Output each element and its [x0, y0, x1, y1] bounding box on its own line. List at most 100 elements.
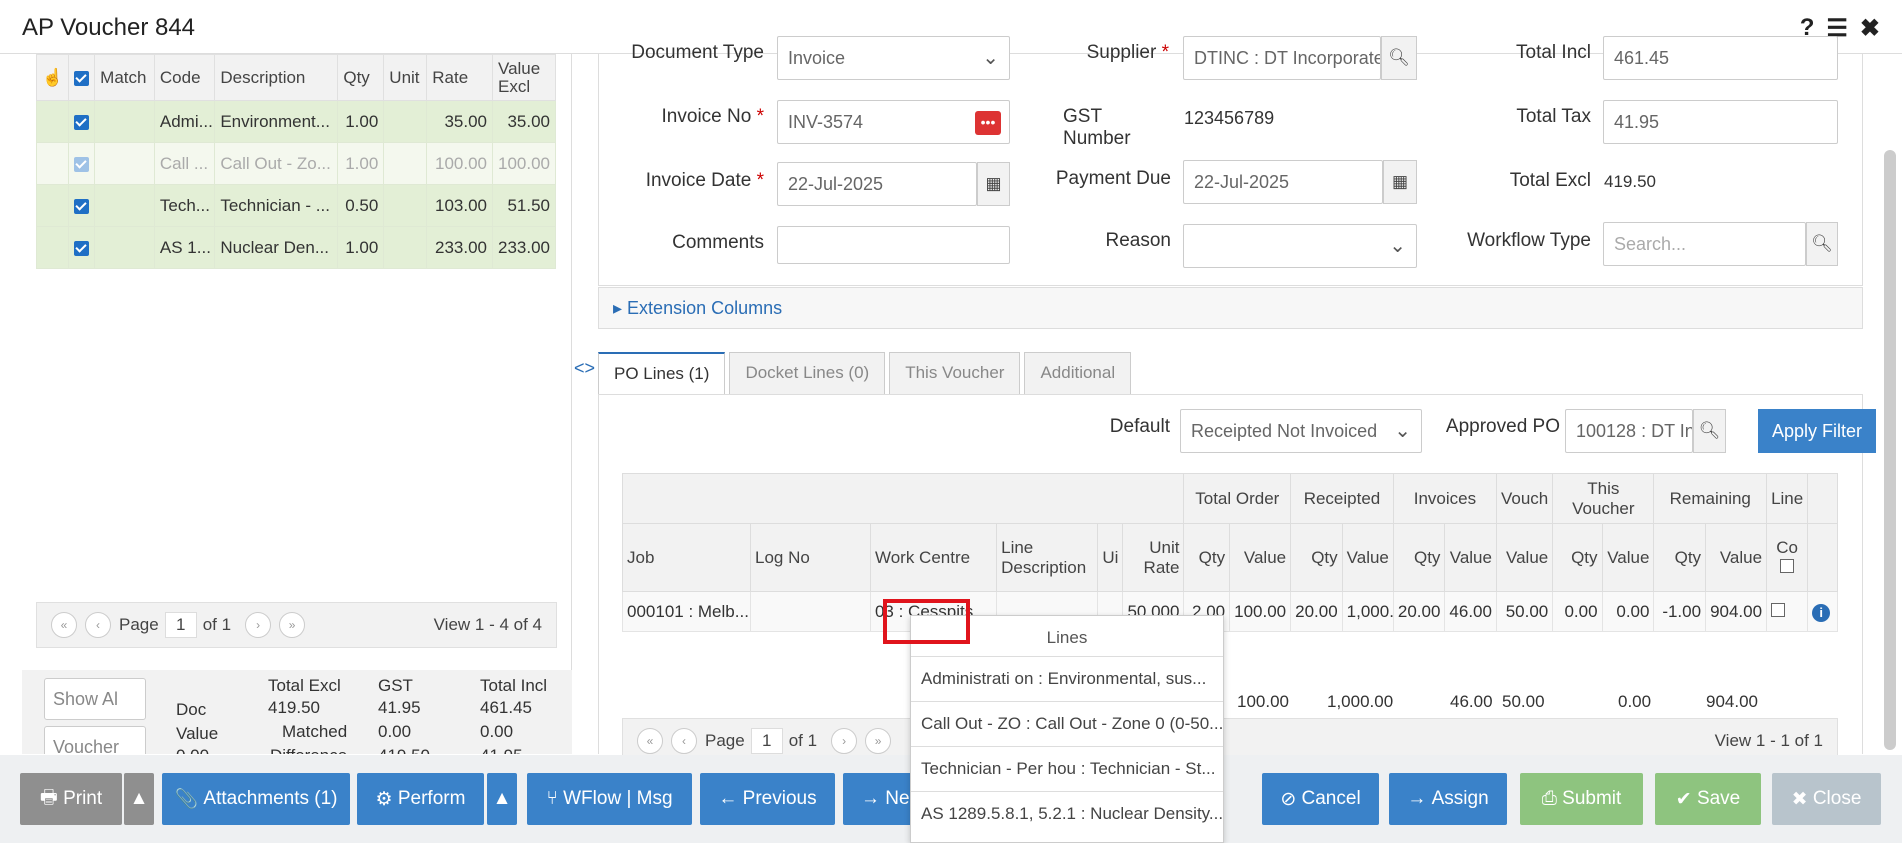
sum-cut2: 419.50 [378, 746, 430, 754]
prev-page-icon[interactable]: ‹ [671, 728, 697, 754]
hand-icon[interactable]: ☝ [35, 54, 70, 101]
col-qty[interactable]: Qty [1653, 523, 1707, 592]
table-row[interactable]: Call ... Call Out - Zo... 1.00 100.00 10… [35, 142, 556, 185]
cell-value: 46.00 [1444, 591, 1497, 632]
more-icon[interactable]: ••• [975, 111, 1001, 135]
group-remaining: Remaining [1653, 473, 1768, 524]
reason-select[interactable] [1183, 224, 1417, 268]
assign-button[interactable]: → Assign [1389, 773, 1507, 825]
first-page-icon[interactable]: « [51, 612, 77, 638]
table-row[interactable]: Tech... Technician - ... 0.50 103.00 51.… [35, 184, 556, 227]
tab-this-voucher[interactable]: This Voucher [889, 352, 1021, 394]
col-line-description[interactable]: Line Description [996, 523, 1099, 592]
perform-button[interactable]: ⚙ Perform [357, 773, 484, 825]
col-value[interactable]: Value [1705, 523, 1768, 592]
payment-due-input[interactable]: 22-Jul-2025 [1183, 160, 1383, 204]
attachments-button[interactable]: 📎 Attachments (1) [162, 773, 350, 825]
row-complete-checkbox[interactable] [1766, 591, 1809, 632]
save-button[interactable]: ✔ Save [1655, 773, 1761, 825]
reason-label: Reason [1105, 230, 1172, 251]
payment-due-label: Payment Due [1055, 168, 1171, 189]
voucher-select[interactable]: Voucher ⌄ [44, 726, 146, 754]
print-dropdown-icon[interactable]: ▲ [124, 773, 154, 825]
wflow-msg-button[interactable]: ⑂ WFlow | Msg [527, 773, 692, 825]
col-log-no[interactable]: Log No [750, 523, 871, 592]
search-icon[interactable]: 🔍︎ [1806, 222, 1838, 266]
popup-item[interactable]: Call Out - ZO : Call Out - Zone 0 (0-50.… [911, 701, 1223, 746]
popup-item[interactable]: Technician - Per hou : Technician - St..… [911, 746, 1223, 791]
col-work-centre[interactable]: Work Centre [869, 523, 998, 592]
approved-po-input[interactable]: 100128 : DT In [1565, 409, 1693, 453]
col-job[interactable]: Job [622, 523, 751, 592]
col-value[interactable]: Value [1601, 523, 1655, 592]
col-description[interactable]: Description [214, 54, 339, 101]
invoice-date-input[interactable]: 22-Jul-2025 [777, 162, 977, 206]
show-select[interactable]: Show Al ⌄ [44, 678, 146, 720]
search-icon[interactable]: 🔍︎ [1693, 409, 1726, 453]
col-code[interactable]: Code [153, 54, 216, 101]
col-match[interactable]: Match [94, 54, 155, 101]
last-page-icon[interactable]: » [279, 612, 306, 638]
lines-popup: Lines Administrati on : Environmental, s… [910, 615, 1224, 843]
tab-additional[interactable]: Additional [1024, 352, 1132, 394]
col-unit[interactable]: Unit [383, 54, 428, 101]
col-qty[interactable]: Qty [1290, 523, 1343, 592]
row-checkbox[interactable] [68, 184, 96, 227]
submit-button[interactable]: ⎙ Submit [1520, 773, 1643, 825]
col-value[interactable]: Value [1229, 523, 1292, 592]
row-checkbox[interactable] [68, 226, 96, 269]
col-qty[interactable]: Qty [337, 54, 385, 101]
col-qty[interactable]: Qty [1183, 523, 1231, 592]
col-value[interactable]: Value [1444, 523, 1497, 592]
select-all-checkbox[interactable] [68, 54, 96, 101]
close-icon[interactable]: ✖ [1860, 14, 1880, 43]
col-value-excl[interactable]: Value Excl [492, 54, 556, 101]
cancel-button[interactable]: ⊘ Cancel [1262, 773, 1379, 825]
table-row[interactable]: 000101 : Melb... 03 : Cesspits 50.000 2.… [622, 591, 1838, 632]
table-row[interactable]: AS 1... Nuclear Den... 1.00 233.00 233.0… [35, 226, 556, 269]
row-checkbox[interactable] [68, 100, 96, 143]
popup-item[interactable]: Administrati on : Environmental, sus... [911, 656, 1223, 701]
page-input[interactable]: 1 [750, 728, 783, 754]
page-input[interactable]: 1 [164, 612, 197, 638]
col-qty[interactable]: Qty [1392, 523, 1446, 592]
close-button[interactable]: ✖ Close [1772, 773, 1881, 825]
col-complete[interactable]: Co [1766, 523, 1809, 592]
prev-page-icon[interactable]: ‹ [85, 612, 111, 638]
tab-po-lines[interactable]: PO Lines (1) [598, 352, 726, 394]
supplier-input[interactable]: DTINC : DT Incorporatec [1183, 36, 1381, 80]
total-incl-input[interactable]: 461.45 [1603, 36, 1838, 80]
next-page-icon[interactable]: › [831, 728, 858, 754]
popup-item[interactable]: AS 1289.5.8.1, 5.2.1 : Nuclear Density..… [911, 791, 1223, 836]
col-qty[interactable]: Qty [1552, 523, 1603, 592]
info-icon[interactable]: i [1807, 591, 1838, 632]
scrollbar[interactable] [1884, 150, 1896, 750]
table-row[interactable]: Admi... Environment... 1.00 35.00 35.00 [35, 100, 556, 143]
col-rate[interactable]: Rate [426, 54, 493, 101]
comments-textarea[interactable] [777, 226, 1010, 264]
tab-docket-lines[interactable]: Docket Lines (0) [729, 352, 886, 394]
calendar-icon[interactable]: ▦ [1383, 160, 1417, 204]
col-ui[interactable]: Ui [1097, 523, 1124, 592]
first-page-icon[interactable]: « [637, 728, 663, 754]
row-checkbox[interactable] [68, 142, 96, 185]
perform-dropdown-icon[interactable]: ▲ [487, 773, 517, 825]
highlight-box [883, 599, 970, 644]
col-value[interactable]: Value [1341, 523, 1394, 592]
col-unit-rate[interactable]: Unit Rate [1122, 523, 1185, 592]
splitter-toggle-icon[interactable]: <> [574, 358, 595, 379]
workflow-input[interactable]: Search... [1603, 222, 1806, 266]
print-button[interactable]: 🖶 Print [20, 773, 122, 825]
next-page-icon[interactable]: › [245, 612, 272, 638]
default-select[interactable]: Receipted Not Invoiced [1180, 409, 1422, 453]
doc-type-select[interactable]: Invoice [777, 36, 1010, 80]
col-value[interactable]: Value [1495, 523, 1554, 592]
left-pager: « ‹ Page 1 of 1 › » View 1 - 4 of 4 [36, 602, 557, 648]
search-icon[interactable]: 🔍︎ [1381, 36, 1417, 80]
extension-columns-toggle[interactable]: ▸ Extension Columns [598, 287, 1863, 329]
previous-button[interactable]: ← Previous [700, 773, 835, 825]
apply-filter-button[interactable]: Apply Filter [1758, 409, 1876, 453]
calendar-icon[interactable]: ▦ [977, 162, 1010, 206]
total-tax-input[interactable]: 41.95 [1603, 100, 1838, 144]
last-page-icon[interactable]: » [865, 728, 892, 754]
